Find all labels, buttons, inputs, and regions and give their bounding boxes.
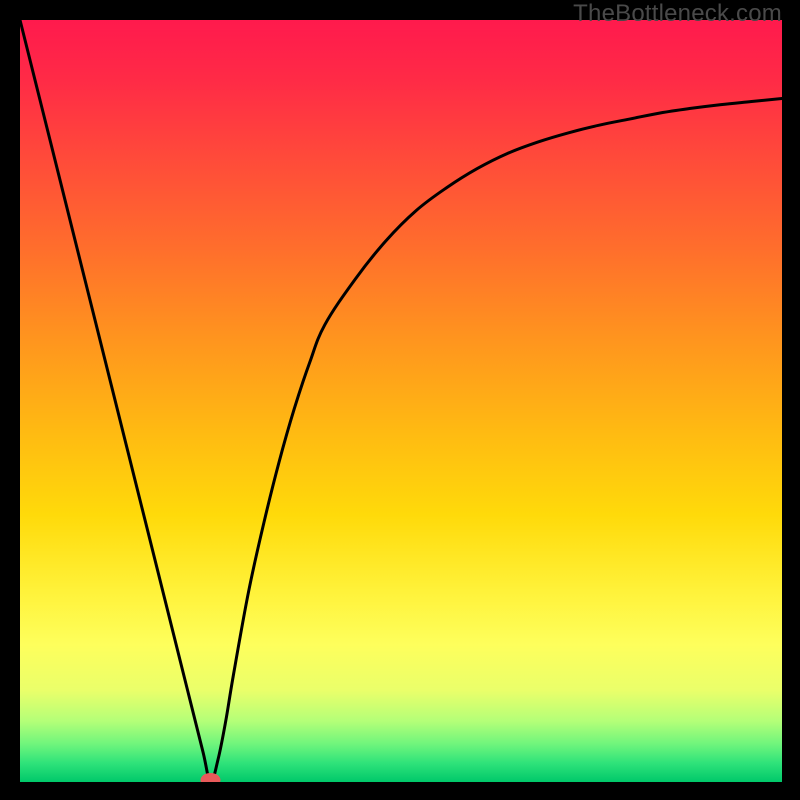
chart-frame — [20, 20, 782, 782]
gradient-background — [20, 20, 782, 782]
watermark-text: TheBottleneck.com — [573, 0, 782, 28]
bottleneck-chart — [20, 20, 782, 782]
